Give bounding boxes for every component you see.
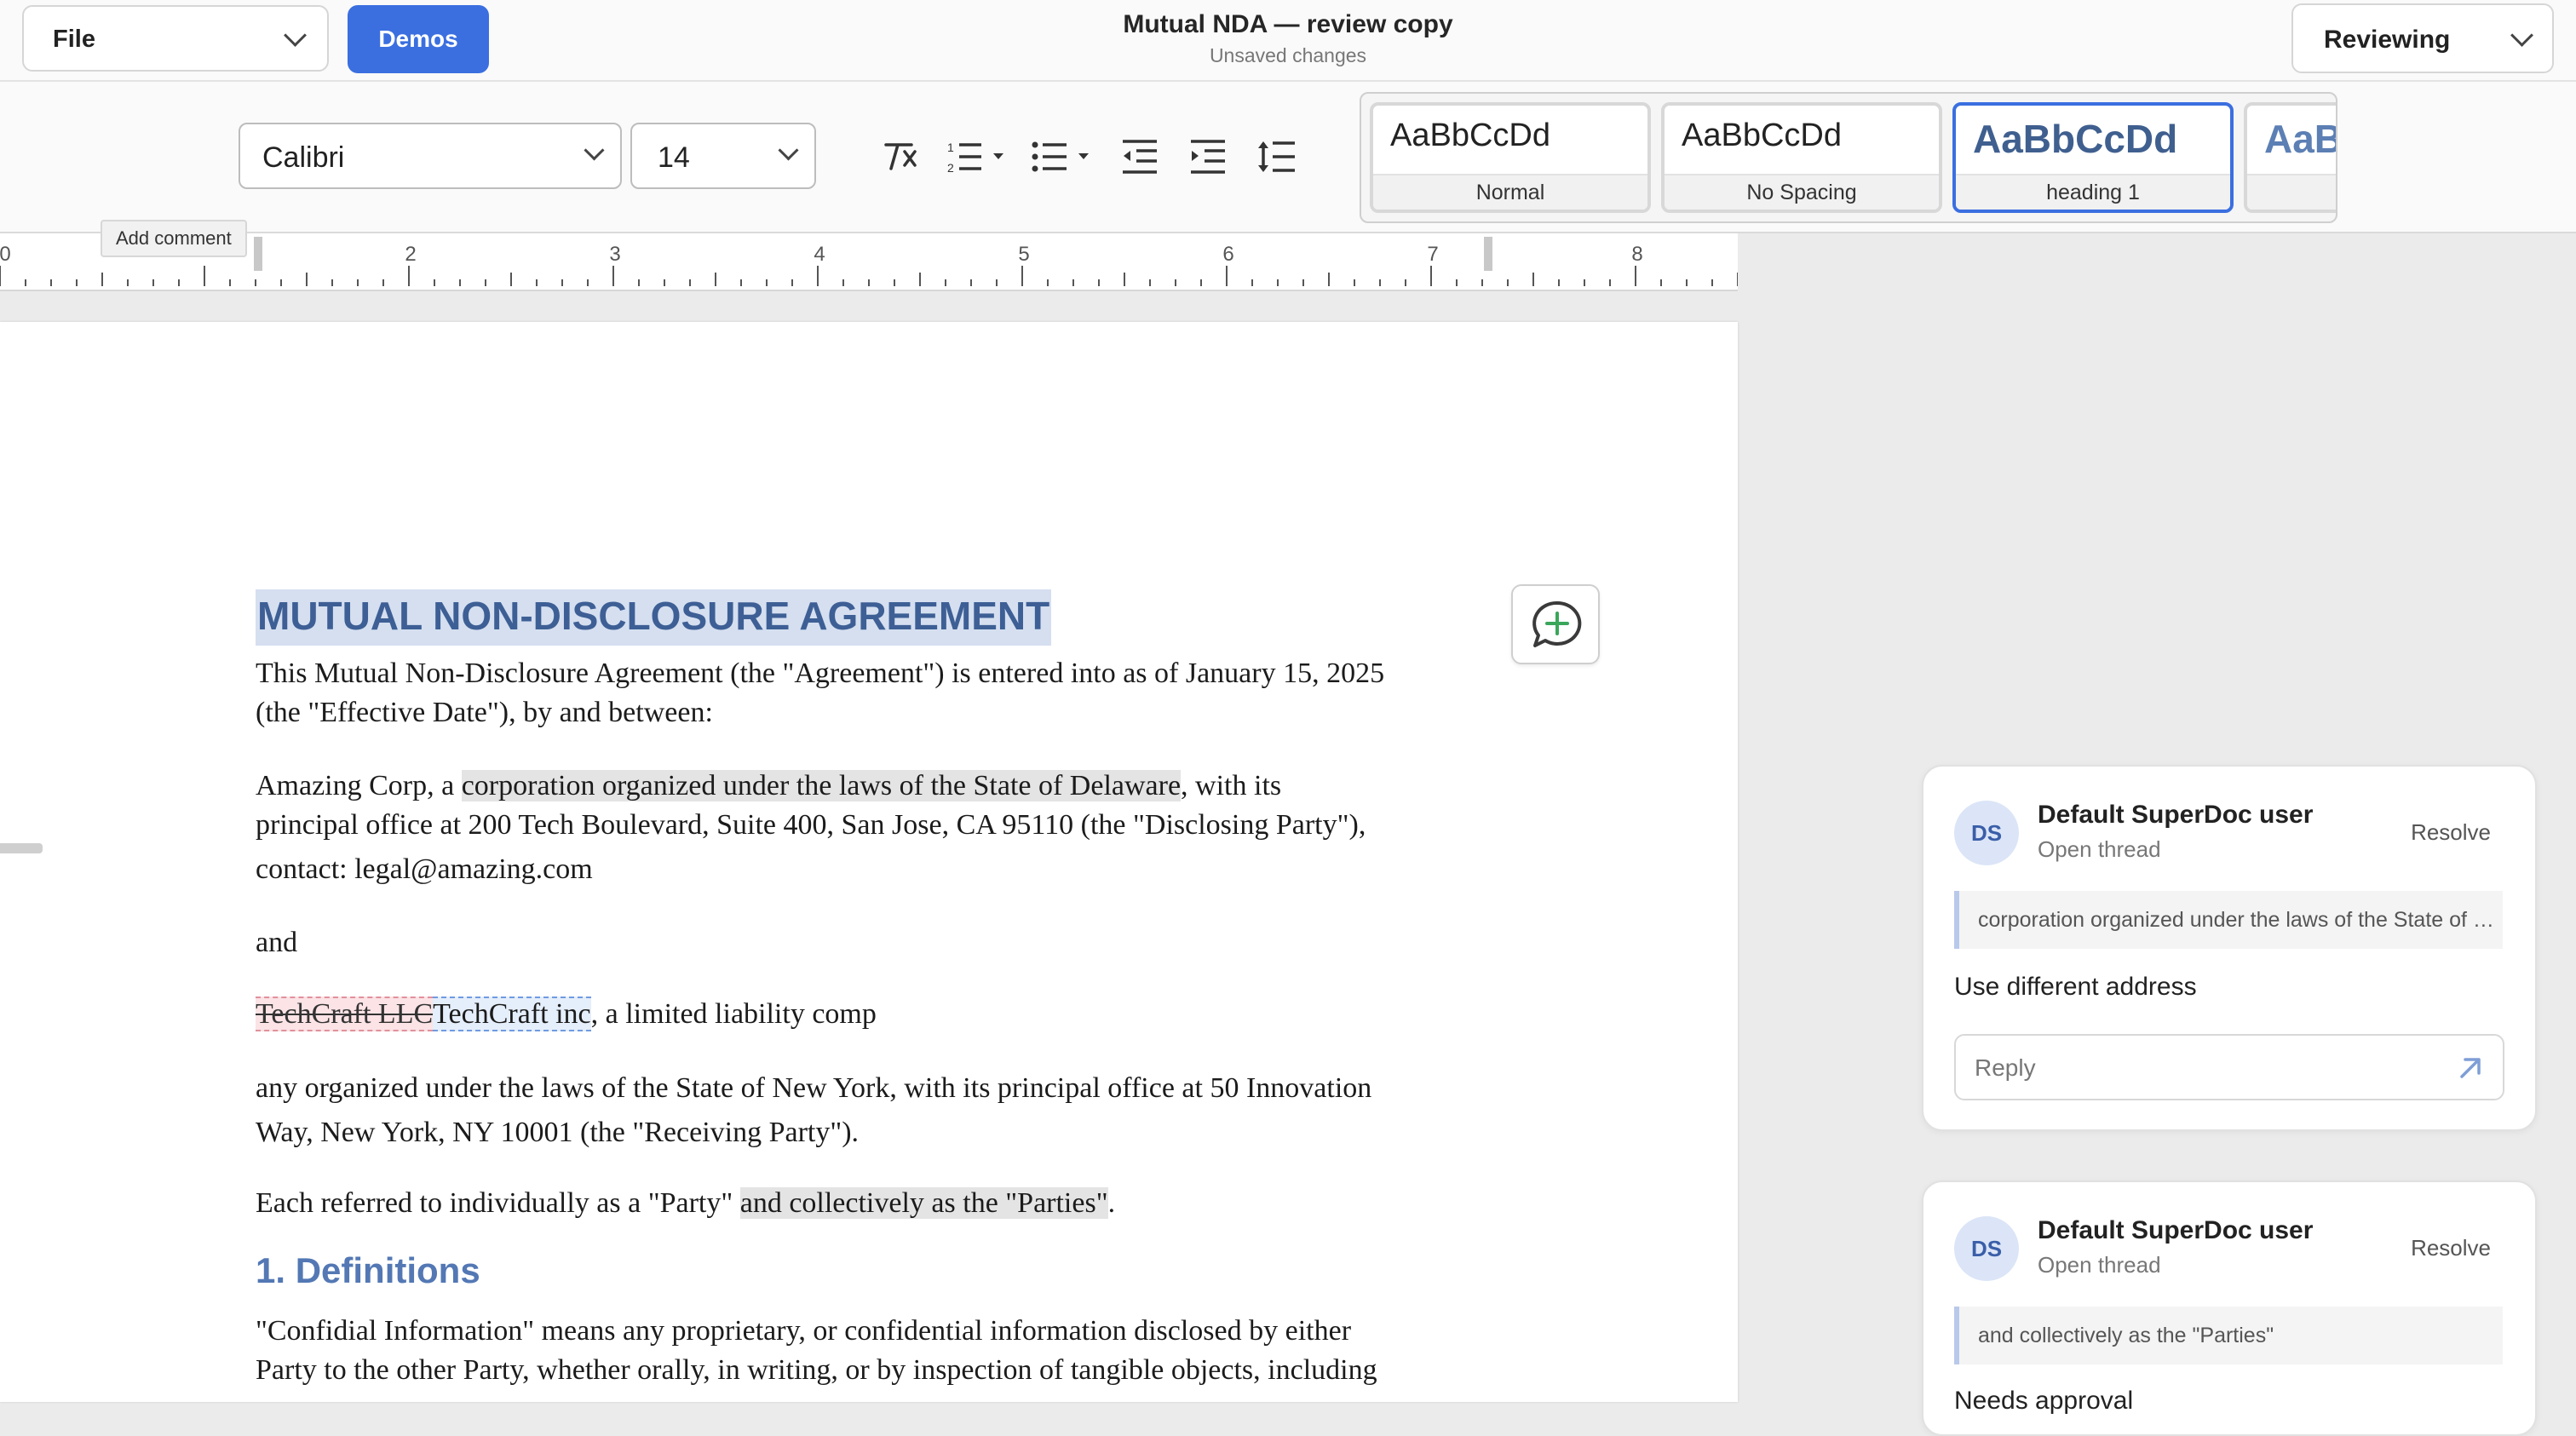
style-name [2247, 174, 2336, 210]
editing-mode-label: Reviewing [2324, 26, 2451, 54]
add-comment-button[interactable] [1511, 584, 1600, 664]
comment-body: Needs approval [1954, 1387, 2134, 1415]
commented-text-highlight[interactable]: and collectively as the "Parties" [739, 1187, 1108, 1219]
comment-body: Use different address [1954, 973, 2197, 1001]
margin-marker[interactable] [0, 843, 43, 853]
ruler-number: 2 [405, 243, 416, 266]
text-run: , a limited liability comp [590, 998, 877, 1030]
comment-author: Default SuperDoc user [2038, 801, 2314, 829]
add-comment-tooltip: Add comment [101, 220, 247, 257]
resolve-button[interactable]: Resolve [2411, 1235, 2491, 1261]
intro-line-2: (the "Effective Date"), by and between: [256, 697, 713, 728]
save-status: Unsaved changes [1209, 44, 1367, 66]
font-family-value: Calibri [262, 141, 345, 174]
style-heading-2[interactable]: AaB [2244, 102, 2337, 213]
editing-mode-select[interactable]: Reviewing [2291, 3, 2554, 73]
paragraph-intro[interactable]: This Mutual Non-Disclosure Agreement (th… [256, 654, 1491, 732]
paragraph-and[interactable]: and [256, 923, 1491, 962]
font-size-select[interactable]: 14 [630, 123, 816, 189]
text-run: . [1107, 1187, 1116, 1219]
style-heading-1[interactable]: AaBbCcDd heading 1 [1952, 102, 2234, 213]
line-spacing-icon[interactable] [1256, 138, 1297, 175]
chevron-down-icon [284, 24, 307, 47]
ruler-number: 7 [1427, 243, 1438, 266]
style-sample: AaBbCcDd [1682, 118, 1842, 153]
thread-status: Open thread [2038, 836, 2161, 862]
style-name: No Spacing [1665, 174, 1939, 210]
tracked-deletion[interactable]: TechCraft LLC [256, 997, 434, 1031]
reply-input[interactable]: Reply [1954, 1034, 2504, 1100]
avatar: DS [1954, 801, 2019, 865]
resolve-button[interactable]: Resolve [2411, 819, 2491, 846]
ruler-scale: 0 2 3 4 5 6 7 8 [0, 237, 1738, 286]
section-heading-definitions[interactable]: 1. Definitions [256, 1250, 480, 1291]
paragraph-receiving-party[interactable]: any organized under the laws of the Stat… [256, 1066, 1491, 1155]
text-run: , with its [1181, 770, 1282, 801]
text-run: principal office at 200 Tech Boulevard, … [256, 809, 1366, 841]
send-arrow-icon[interactable] [2455, 1053, 2486, 1083]
indent-icon[interactable] [1187, 138, 1228, 175]
ruler-number: 6 [1222, 243, 1233, 266]
style-normal[interactable]: AaBbCcDd Normal [1370, 102, 1651, 213]
bullet-list-icon[interactable] [1031, 138, 1094, 175]
ruler-number: 5 [1018, 243, 1029, 266]
ruler-number: 8 [1631, 243, 1642, 266]
margin-handle[interactable] [1484, 237, 1492, 271]
paragraph-disclosing-party[interactable]: Amazing Corp, a corporation organized un… [256, 767, 1491, 889]
comment-quoted-text: corporation organized under the laws of … [1954, 891, 2503, 949]
intro-line-1: This Mutual Non-Disclosure Agreement (th… [256, 658, 1385, 689]
ruler-number: 4 [814, 243, 825, 266]
paragraph-receiving-party-name[interactable]: TechCraft LLCTechCraft inc, a limited li… [256, 995, 1491, 1034]
margin-handle[interactable] [254, 237, 262, 271]
chevron-down-icon [778, 140, 799, 161]
font-size-value: 14 [658, 141, 690, 174]
text-run: "Confidial Information" means any propri… [256, 1315, 1352, 1347]
chevron-down-icon [584, 140, 605, 161]
thread-status: Open thread [2038, 1252, 2161, 1278]
style-sample: AaBbCcDd [1390, 118, 1550, 153]
paragraph-definitions[interactable]: "Confidial Information" means any propri… [256, 1312, 1491, 1390]
outdent-icon[interactable] [1119, 138, 1160, 175]
style-no-spacing[interactable]: AaBbCcDd No Spacing [1661, 102, 1942, 213]
horizontal-ruler[interactable]: 0 2 3 4 5 6 7 8 [0, 233, 1738, 291]
file-menu-label: File [53, 26, 95, 53]
avatar: DS [1954, 1216, 2019, 1281]
font-family-select[interactable]: Calibri [239, 123, 622, 189]
commented-text-highlight[interactable]: corporation organized under the laws of … [461, 770, 1182, 801]
add-comment-icon [1532, 600, 1582, 647]
comment-quoted-text: and collectively as the "Parties" [1954, 1307, 2503, 1364]
file-menu-select[interactable]: File [22, 5, 329, 72]
style-name: heading 1 [1956, 174, 2230, 210]
document-heading[interactable]: MUTUAL NON-DISCLOSURE AGREEMENT [256, 589, 1052, 646]
demos-button[interactable]: Demos [348, 5, 489, 73]
paragraph-parties[interactable]: Each referred to individually as a "Part… [256, 1184, 1491, 1223]
text-run: any organized under the laws of the Stat… [256, 1072, 1372, 1104]
ruler-number: 0 [0, 243, 11, 266]
text-run: Party to the other Party, whether orally… [256, 1354, 1377, 1386]
style-name: Normal [1373, 174, 1647, 210]
style-sample: AaB [2264, 117, 2337, 161]
styles-gallery: AaBbCcDd Normal AaBbCcDd No Spacing AaBb… [1360, 92, 2337, 223]
reply-placeholder: Reply [1975, 1054, 2036, 1081]
text-run: Each referred to individually as a "Part… [256, 1187, 740, 1219]
chevron-down-icon [2510, 24, 2533, 47]
text-run: Way, New York, NY 10001 (the "Receiving … [256, 1117, 860, 1148]
comment-author: Default SuperDoc user [2038, 1216, 2314, 1244]
formatting-toolbar: Calibri 14 12 AaBbCcDd Normal AaBbCcDd N… [0, 82, 2576, 233]
tracked-insertion[interactable]: TechCraft inc [433, 997, 591, 1031]
comment-thread[interactable]: DS Default SuperDoc user Open thread Res… [1922, 1180, 2537, 1436]
text-run: Amazing Corp, a [256, 770, 462, 801]
ruler-number: 3 [609, 243, 620, 266]
text-run: contact: legal@amazing.com [256, 853, 593, 885]
clear-format-icon[interactable] [879, 138, 920, 175]
style-sample: AaBbCcDd [1973, 117, 2178, 161]
comment-thread[interactable]: DS Default SuperDoc user Open thread Res… [1922, 765, 2537, 1131]
top-bar: File Demos Mutual NDA — review copy Unsa… [0, 0, 2576, 82]
svg-text:1: 1 [947, 141, 954, 154]
numbered-list-icon[interactable]: 12 [946, 138, 1009, 175]
svg-text:2: 2 [947, 161, 954, 175]
document-title: Mutual NDA — review copy [1123, 10, 1453, 38]
